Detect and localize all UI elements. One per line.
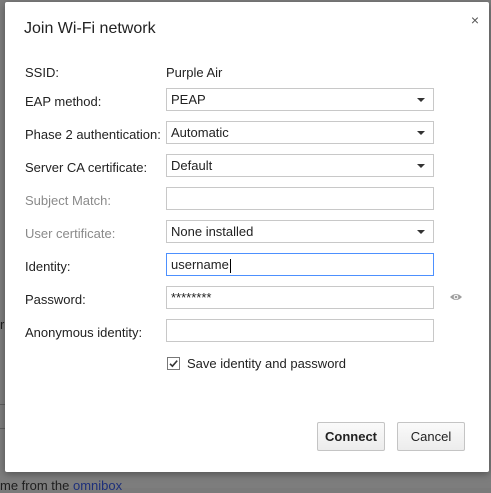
close-icon[interactable]: × (468, 13, 482, 27)
anonymous-identity-label: Anonymous identity: (25, 325, 143, 340)
text-cursor (229, 258, 231, 273)
eap-method-select[interactable]: PEAP (166, 88, 434, 111)
ssid-label: SSID: (25, 65, 59, 80)
identity-label: Identity: (25, 259, 71, 274)
chevron-down-icon (417, 98, 425, 102)
cancel-button[interactable]: Cancel (397, 422, 465, 451)
background-footer-text: me from the omnibox (0, 478, 122, 493)
password-label: Password: (25, 292, 86, 307)
server-ca-label: Server CA certificate: (25, 160, 148, 175)
anonymous-identity-input[interactable] (166, 319, 434, 342)
eap-method-value: PEAP (171, 92, 206, 107)
phase2-auth-value: Automatic (171, 125, 229, 140)
chevron-down-icon (417, 230, 425, 234)
identity-value: username (171, 257, 229, 272)
eap-method-label: EAP method: (25, 94, 102, 109)
ssid-value: Purple Air (166, 65, 223, 80)
save-identity-label[interactable]: Save identity and password (187, 356, 346, 371)
server-ca-select[interactable]: Default (166, 154, 434, 177)
user-certificate-select[interactable]: None installed (166, 220, 434, 243)
server-ca-value: Default (171, 158, 213, 173)
connect-button[interactable]: Connect (317, 422, 385, 451)
footer-text: me from the (0, 478, 73, 493)
join-wifi-dialog: Join Wi-Fi network × SSID: Purple Air EA… (5, 2, 489, 472)
password-input[interactable]: ******** (166, 286, 434, 309)
save-identity-checkbox[interactable] (167, 357, 180, 370)
identity-input[interactable]: username (166, 253, 434, 276)
dialog-title: Join Wi-Fi network (24, 20, 156, 37)
eye-icon[interactable] (449, 292, 463, 302)
subject-match-input[interactable] (166, 187, 434, 210)
phase2-auth-select[interactable]: Automatic (166, 121, 434, 144)
background-text-fragment: r (0, 317, 5, 332)
chevron-down-icon (417, 164, 425, 168)
phase2-auth-label: Phase 2 authentication: (25, 127, 161, 142)
subject-match-label: Subject Match: (25, 193, 111, 208)
checkmark-icon (169, 360, 178, 368)
chevron-down-icon (417, 131, 425, 135)
user-certificate-value: None installed (171, 224, 254, 239)
omnibox-link[interactable]: omnibox (73, 478, 122, 493)
user-certificate-label: User certificate: (25, 226, 116, 241)
